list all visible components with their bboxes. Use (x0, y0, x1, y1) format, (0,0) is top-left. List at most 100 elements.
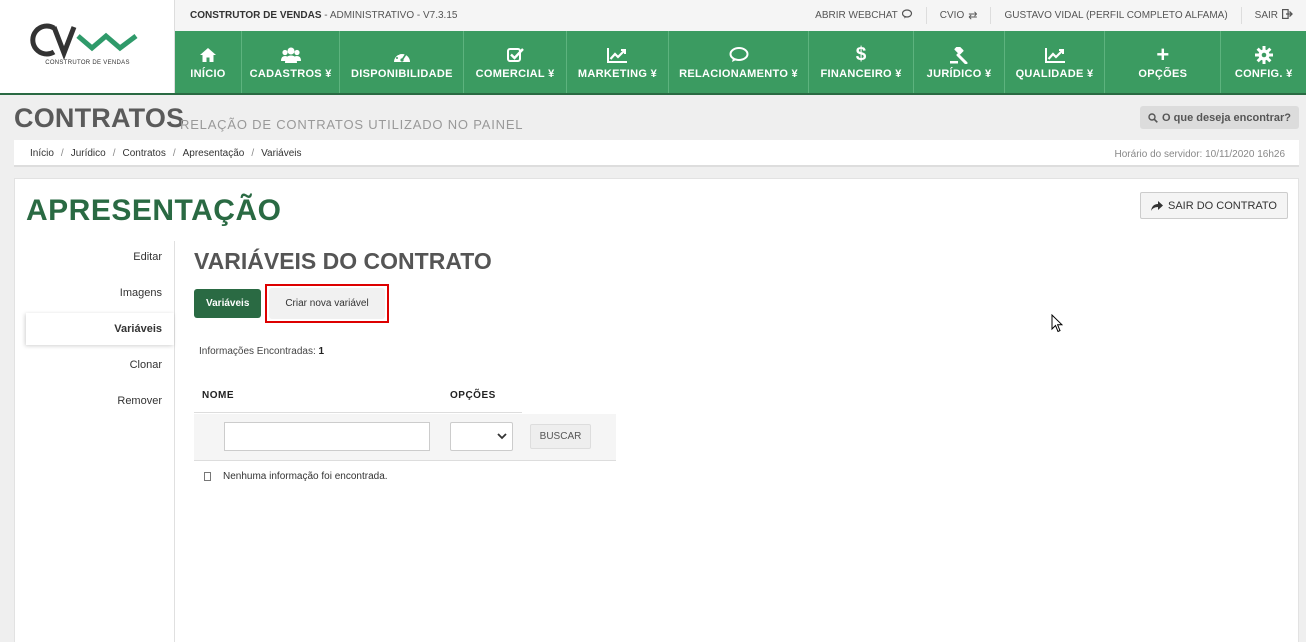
search-button[interactable]: BUSCAR (530, 424, 591, 449)
nav-opcoes[interactable]: + OPÇÕES (1105, 31, 1222, 93)
empty-message: Nenhuma informação foi encontrada. (223, 471, 388, 482)
logo-subtitle: CONSTRUTOR DE VENDAS (45, 60, 130, 66)
logout-icon (1282, 9, 1293, 22)
chart-icon (1044, 44, 1065, 66)
nav-disponibilidade-label: DISPONIBILIDADE (351, 68, 453, 80)
results-count-label: Informações Encontradas: (199, 346, 316, 357)
nav-marketing[interactable]: MARKETING ¥ (567, 31, 670, 93)
nav-cadastros[interactable]: CADASTROS ¥ (242, 31, 341, 93)
nav-comercial[interactable]: COMERCIAL ¥ (464, 31, 567, 93)
logout-label: SAIR (1254, 10, 1278, 21)
side-item-label: Variáveis (114, 323, 162, 335)
dashboard-icon (393, 44, 411, 66)
nav-inicio-label: INÍCIO (190, 68, 226, 80)
column-header-opcoes: OPÇÕES (450, 390, 496, 401)
page-subtitle: RELAÇÃO DE CONTRATOS UTILIZADO NO PAINEL (180, 117, 524, 132)
server-time: Horário do servidor: 10/11/2020 16h26 (1114, 149, 1285, 160)
logout-link[interactable]: SAIR (1240, 7, 1306, 24)
chevron-down-icon (497, 429, 507, 446)
global-search-button[interactable]: O que deseja encontrar? (1140, 106, 1299, 129)
tab-create-variable-label: Criar nova variável (269, 288, 385, 319)
breadcrumb-bar: Início / Jurídico / Contratos / Apresentação / V… (14, 140, 1299, 167)
breadcrumb-item-apresentacao[interactable]: Apresentação (183, 148, 245, 159)
cvio-label: CVIO (939, 10, 965, 21)
share-arrow-icon (1151, 200, 1163, 211)
breadcrumb-item-variaveis: Variáveis (261, 148, 302, 159)
nav-config[interactable]: CONFIG. ¥ (1221, 31, 1306, 93)
card-title: APRESENTAÇÃO (26, 194, 282, 227)
table-header-divider (194, 412, 522, 413)
user-profile-link[interactable]: GUSTAVO VIDAL (PERFIL COMPLETO ALFAMA) (990, 7, 1240, 24)
comments-icon (729, 44, 749, 66)
top-links: ABRIR WEBCHAT CVIO ⇄ GUSTAVO VIDAL (PERFI… (802, 0, 1306, 31)
content-card: APRESENTAÇÃO SAIR DO CONTRATO Editar Ima… (14, 178, 1299, 642)
main-navbar: INÍCIO CADASTROS ¥ DISPONIBILIDADE COMER… (175, 31, 1306, 93)
filter-row: BUSCAR (194, 414, 616, 461)
name-filter-input[interactable] (224, 422, 430, 451)
gavel-icon (950, 44, 968, 66)
nav-qualidade[interactable]: QUALIDADE ¥ (1005, 31, 1106, 93)
system-name: CONSTRUTOR DE VENDAS (190, 10, 322, 21)
nav-relacionamento[interactable]: RELACIONAMENTO ¥ (669, 31, 809, 93)
exchange-icon: ⇄ (968, 10, 978, 22)
nav-config-label: CONFIG. ¥ (1234, 68, 1293, 80)
breadcrumb-item-juridico[interactable]: Jurídico (71, 148, 106, 159)
section-title: VARIÁVEIS DO CONTRATO (194, 248, 492, 274)
cvio-link[interactable]: CVIO ⇄ (925, 7, 991, 24)
side-item-label: Editar (133, 251, 162, 263)
options-filter-select[interactable] (450, 422, 513, 451)
nav-opcoes-label: OPÇÕES (1138, 68, 1188, 80)
chat-icon (901, 9, 913, 22)
plus-icon: + (1156, 42, 1170, 67)
dollar-icon: $ (855, 44, 867, 65)
nav-marketing-label: MARKETING ¥ (577, 68, 658, 80)
side-item-remover[interactable]: Remover (15, 385, 174, 417)
side-item-variaveis[interactable]: Variáveis (26, 313, 174, 345)
checkbox-icon (506, 44, 524, 66)
empty-message-row: Nenhuma informação foi encontrada. (204, 471, 388, 482)
breadcrumb-separator: / (251, 148, 255, 159)
breadcrumb-separator: / (60, 148, 64, 159)
webchat-link[interactable]: ABRIR WEBCHAT (802, 7, 926, 24)
nav-comercial-label: COMERCIAL ¥ (475, 68, 555, 80)
breadcrumb-separator: / (112, 148, 116, 159)
users-icon (280, 44, 301, 66)
breadcrumb-separator: / (172, 148, 176, 159)
results-count-value: 1 (318, 346, 325, 357)
nav-divider (0, 93, 1306, 95)
chart-icon (607, 44, 628, 66)
results-count: Informações Encontradas: 1 (199, 346, 324, 357)
page-title: CONTRATOS (14, 103, 185, 133)
search-icon (1148, 112, 1158, 123)
exit-contract-button[interactable]: SAIR DO CONTRATO (1140, 192, 1288, 219)
nav-disponibilidade[interactable]: DISPONIBILIDADE (340, 31, 465, 93)
system-version: - ADMINISTRATIVO - V7.3.15 (324, 10, 458, 21)
side-item-imagens[interactable]: Imagens (15, 277, 174, 309)
webchat-label: ABRIR WEBCHAT (815, 10, 898, 21)
exit-contract-label: SAIR DO CONTRATO (1168, 199, 1277, 212)
nav-cadastros-label: CADASTROS ¥ (249, 68, 332, 80)
side-item-editar[interactable]: Editar (15, 241, 174, 273)
nav-financeiro[interactable]: $ FINANCEIRO ¥ (809, 31, 915, 93)
nav-inicio[interactable]: INÍCIO (175, 31, 242, 93)
column-header-nome: NOME (202, 390, 234, 401)
side-item-label: Clonar (129, 359, 162, 371)
breadcrumb-item-inicio[interactable]: Início (30, 148, 54, 159)
tab-create-variable[interactable]: Criar nova variável (265, 284, 389, 323)
nav-relacionamento-label: RELACIONAMENTO ¥ (679, 68, 798, 80)
home-icon (199, 44, 216, 66)
top-bar: CONSTRUTOR DE VENDAS - ADMINISTRATIVO - … (175, 0, 1306, 31)
gear-icon (1254, 44, 1273, 66)
empty-icon (204, 472, 211, 481)
user-name: GUSTAVO VIDAL (PERFIL COMPLETO ALFAMA) (1004, 10, 1228, 21)
breadcrumb-item-contratos[interactable]: Contratos (122, 148, 165, 159)
cv-logo-mark (30, 23, 138, 60)
nav-juridico-label: JURÍDICO ¥ (926, 68, 992, 80)
side-item-clonar[interactable]: Clonar (15, 349, 174, 381)
logo[interactable]: CONSTRUTOR DE VENDAS (0, 0, 175, 94)
side-item-label: Remover (117, 395, 162, 407)
system-title: CONSTRUTOR DE VENDAS - ADMINISTRATIVO - … (190, 10, 457, 21)
breadcrumb: Início / Jurídico / Contratos / Apresentação / V… (30, 148, 302, 159)
nav-juridico[interactable]: JURÍDICO ¥ (914, 31, 1005, 93)
tab-variaveis[interactable]: Variáveis (194, 289, 262, 318)
